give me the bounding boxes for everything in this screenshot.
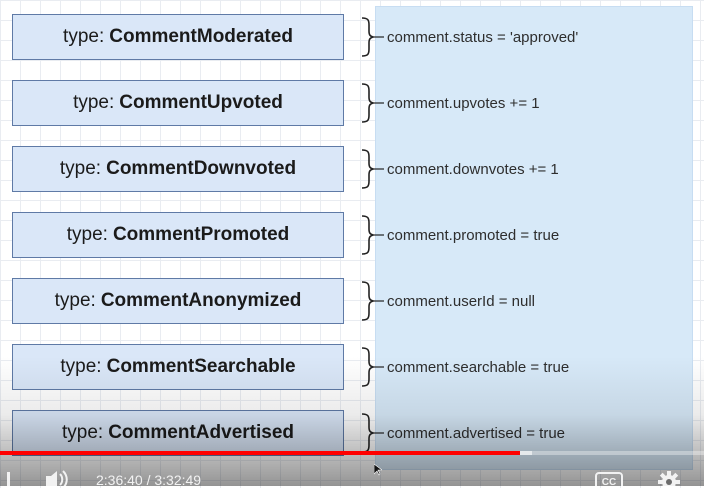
curly-brace-icon [361,281,384,321]
event-effect: comment.upvotes += 1 [387,95,540,112]
curly-brace-icon [361,17,384,57]
event-prefix: type: [66,224,108,245]
curly-brace-icon [361,83,384,123]
event-name: CommentPromoted [112,224,290,245]
event-prefix: type: [73,92,115,113]
progress-played [0,451,520,455]
event-effect: comment.promoted = true [387,227,560,244]
event-name: CommentAdvertised [108,422,295,443]
event-prefix: type: [63,26,105,47]
event-name: CommentModerated [109,26,293,47]
event-box: type: CommentUpvoted [12,80,344,126]
volume-icon[interactable] [44,470,70,486]
slide-canvas: type: CommentModerated comment.status = … [0,0,704,486]
curly-brace-icon [361,149,384,189]
event-name: CommentAnonymized [100,290,302,311]
event-box: type: CommentDownvoted [12,146,344,192]
captions-icon[interactable]: CC [594,470,624,486]
settings-icon[interactable] [654,470,684,486]
progress-buffered [519,451,532,455]
event-prefix: type: [60,356,102,377]
event-prefix: type: [54,290,96,311]
event-name: CommentSearchable [106,356,296,377]
event-box: type: CommentSearchable [12,344,344,390]
event-effect: comment.searchable = true [387,359,570,376]
event-name: CommentUpvoted [119,92,283,113]
event-effect: comment.userId = null [387,293,535,310]
mouse-cursor-icon [374,464,382,476]
event-name: CommentDownvoted [106,158,297,179]
event-prefix: type: [59,158,102,179]
event-prefix: type: [61,422,104,443]
curly-brace-icon [361,215,384,255]
event-box: type: CommentAnonymized [12,278,344,324]
event-box: type: CommentPromoted [12,212,344,258]
progress-bar[interactable] [0,451,704,455]
event-box: type: CommentModerated [12,14,344,60]
curly-brace-icon [361,413,384,453]
curly-brace-icon [361,347,384,387]
event-effect: comment.status = 'approved' [387,29,579,46]
player-controls: 2:36:40 / 3:32:49 CC [0,470,704,488]
event-effect: comment.advertised = true [387,425,566,442]
next-icon[interactable] [0,470,14,486]
event-effect: comment.downvotes += 1 [387,161,559,178]
svg-text:CC: CC [602,477,616,486]
event-box: type: CommentAdvertised [12,410,344,456]
